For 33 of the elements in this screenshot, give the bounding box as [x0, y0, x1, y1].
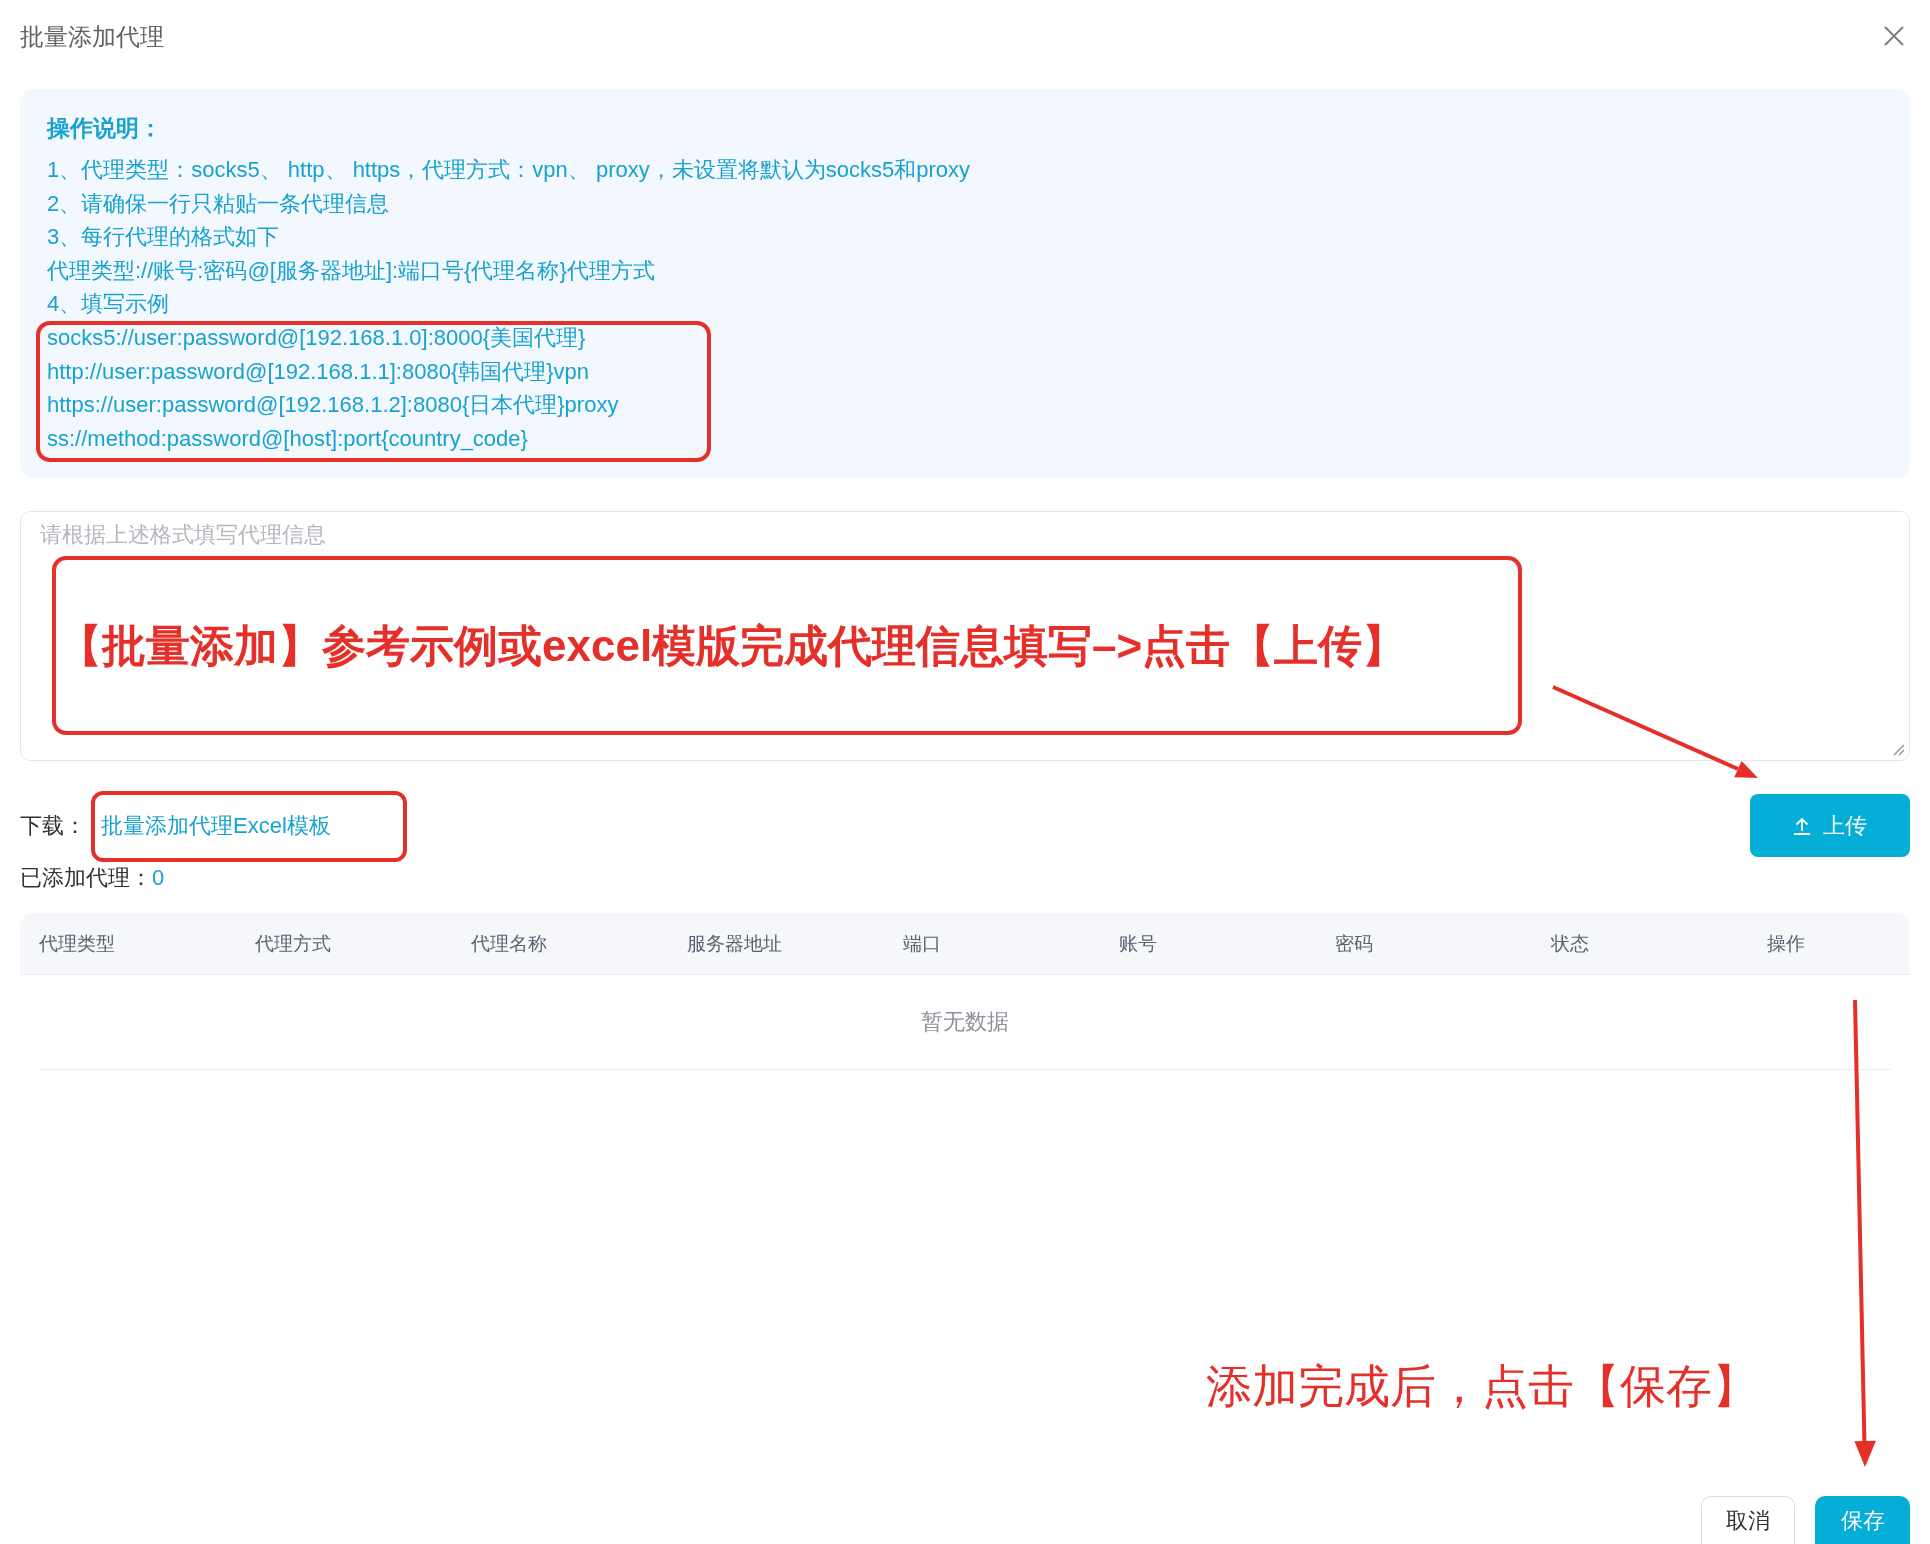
column-header: 密码	[1335, 932, 1373, 954]
resize-handle-icon[interactable]	[1893, 744, 1905, 757]
column-header: 代理方式	[255, 932, 331, 954]
save-button[interactable]: 保存	[1815, 1496, 1910, 1544]
added-count-value: 0	[152, 864, 165, 893]
column-header: 操作	[1767, 932, 1805, 954]
dialog-title: 批量添加代理	[20, 22, 164, 52]
instruction-line: 1、代理类型：socks5、 http、 https，代理方式：vpn、 proxy，未设置将默认为socks5和proxy	[47, 156, 970, 184]
annotation-text: 【批量添加】参考示例或excel模版完成代理信息填写–>点击【上传】	[58, 619, 1407, 672]
column-header: 端口	[903, 932, 941, 954]
column-header: 代理名称	[471, 932, 547, 954]
upload-icon	[1793, 816, 1811, 835]
instructions-heading: 操作说明：	[47, 114, 163, 143]
example-line: http://user:password@[192.168.1.1]:8080{韩国代理}vpn	[47, 357, 590, 386]
column-header: 代理类型	[39, 932, 115, 954]
instruction-line: 2、请确保一行只粘贴一条代理信息	[47, 189, 390, 218]
example-line: https://user:password@[192.168.1.2]:8080{日本代理}proxy	[47, 391, 619, 420]
instruction-line: 4、填写示例	[47, 290, 170, 319]
close-icon[interactable]	[1884, 26, 1904, 46]
added-count-label: 已添加代理：	[20, 864, 152, 893]
annotation-text: 添加完成后，点击【保存】	[1206, 1359, 1758, 1414]
cancel-button[interactable]: 取消	[1701, 1496, 1795, 1544]
instruction-line: 代理类型://账号:密码@[服务器地址]:端口号{代理名称}代理方式	[47, 256, 655, 285]
column-header: 服务器地址	[687, 932, 782, 954]
column-header: 账号	[1119, 932, 1157, 954]
download-label: 下载：	[20, 812, 86, 841]
template-download-link[interactable]: 批量添加代理Excel模板	[101, 809, 331, 844]
upload-button[interactable]: 上传	[1750, 794, 1910, 858]
instruction-line: 3、每行代理的格式如下	[47, 223, 280, 252]
example-line: ss://method:password@[host]:port{country_code}	[47, 424, 528, 453]
example-line: socks5://user:password@[192.168.1.0]:8000{美国代理}	[47, 323, 586, 352]
empty-table-text: 暂无数据	[921, 1008, 1009, 1037]
column-header: 状态	[1551, 932, 1589, 954]
